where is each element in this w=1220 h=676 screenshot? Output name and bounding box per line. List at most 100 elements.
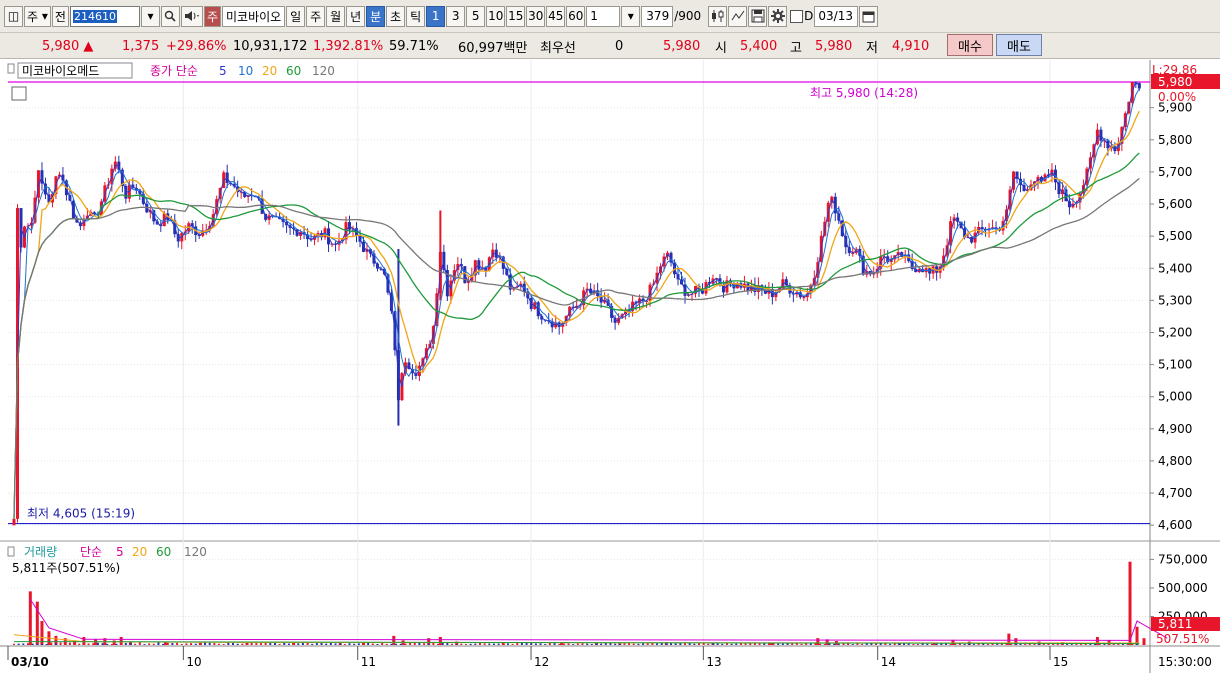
volume-bar: [488, 643, 491, 645]
volume-bar: [115, 643, 118, 645]
interval-60[interactable]: 60: [566, 5, 586, 27]
volume-bar: [157, 642, 160, 645]
volume-bar: [851, 644, 854, 645]
interval-30[interactable]: 30: [526, 5, 546, 27]
x-tick-label: 15: [1053, 655, 1068, 669]
tab-second[interactable]: 초: [386, 5, 406, 27]
volume-bar: [432, 642, 435, 645]
stock-code-input[interactable]: 214610: [69, 5, 140, 27]
volume-bar: [106, 643, 109, 645]
calendar-icon[interactable]: [859, 5, 879, 27]
volume-tag-pct: 507.51%: [1156, 632, 1209, 646]
interval-input[interactable]: 1: [586, 5, 621, 27]
tab-minute[interactable]: 분: [366, 5, 386, 27]
indicator-icon[interactable]: [11, 86, 27, 101]
y-tick-label: 5,800: [1158, 133, 1192, 147]
volume-ma-legend-60: 60: [156, 545, 171, 559]
volume-bar: [438, 637, 442, 645]
save-icon[interactable]: [748, 5, 768, 27]
volume-bar: [590, 643, 593, 645]
turnover-rate: 59.71%: [389, 38, 439, 54]
chart-layout-icon[interactable]: ◫: [4, 5, 23, 27]
volume-bar: [455, 643, 458, 645]
volume-ma-legend-120: 120: [184, 545, 207, 559]
volume-bar: [1019, 643, 1022, 645]
trade-volume: 10,931,172: [233, 38, 308, 54]
volume-bar: [371, 643, 374, 645]
stock-label: 미코바이오메드: [22, 64, 99, 78]
price-chart[interactable]: 5,9005,8005,7005,6005,5005,4005,3005,200…: [0, 60, 1220, 673]
code-dropdown-button[interactable]: ▾: [140, 5, 160, 27]
tab-tick[interactable]: 틱: [406, 5, 426, 27]
volume-bar: [816, 638, 820, 645]
period-select[interactable]: 주 ▾: [24, 5, 51, 27]
volume-bar: [912, 644, 915, 645]
volume-bar: [325, 643, 328, 645]
chart-area[interactable]: 5,900 5,800 5,700 5,600 5,500 5,400 5,300 5,200…: [0, 60, 1220, 673]
volume-bar: [185, 643, 188, 645]
volume-bar: [367, 642, 370, 645]
interval-10[interactable]: 10: [486, 5, 506, 27]
volume-bar: [777, 643, 780, 645]
tab-day[interactable]: 일: [286, 5, 306, 27]
volume-bar: [26, 643, 29, 645]
volume-bar: [22, 643, 25, 645]
interval-15[interactable]: 15: [506, 5, 526, 27]
volume-bar: [357, 643, 360, 645]
search-icon[interactable]: [160, 5, 180, 27]
volume-bar: [935, 643, 938, 645]
line-icon[interactable]: [728, 5, 748, 27]
volume-bar: [404, 643, 407, 645]
volume-bar: [124, 642, 127, 645]
volume-bar: [222, 644, 225, 645]
chevron-down-icon: ▾: [41, 9, 48, 23]
y-tick-label: 5,300: [1158, 293, 1192, 307]
interval-45[interactable]: 45: [546, 5, 566, 27]
sell-button[interactable]: 매도: [996, 34, 1042, 56]
price-tag: 5,980: [1158, 75, 1192, 89]
tab-week[interactable]: 주: [306, 5, 326, 27]
volume-bar: [800, 643, 803, 645]
interval-5[interactable]: 5: [466, 5, 486, 27]
volume-bar: [40, 643, 43, 645]
prev-button[interactable]: 전: [51, 5, 69, 27]
interval-dropdown[interactable]: ▾: [621, 5, 641, 27]
volume-bar: [112, 640, 116, 645]
volume-bar: [572, 644, 575, 645]
current-price: 5,980 ▲: [42, 37, 93, 55]
buy-button[interactable]: 매수: [947, 34, 993, 56]
ma-legend-60: 60: [286, 64, 301, 78]
volume-bar: [138, 642, 141, 645]
interval-1[interactable]: 1: [426, 5, 446, 27]
interval-3[interactable]: 3: [446, 5, 466, 27]
stock-name-field[interactable]: 미코바이오: [222, 5, 286, 27]
volume-current: 5,811주(507.51%): [12, 561, 120, 575]
candle-body: [1137, 83, 1141, 89]
date-input[interactable]: 03/13: [814, 5, 859, 27]
tab-year[interactable]: 년: [346, 5, 366, 27]
candle-icon[interactable]: [708, 5, 728, 27]
y-tick-label: 5,400: [1158, 261, 1192, 275]
volume-bar: [376, 643, 379, 645]
tab-month[interactable]: 월: [326, 5, 346, 27]
price-change: 1,375: [122, 38, 160, 54]
y-tick-label: 4,900: [1158, 422, 1192, 436]
gear-icon[interactable]: [768, 5, 788, 27]
volume-bar: [259, 643, 262, 645]
volume-ma-legend-5: 5: [116, 545, 124, 559]
volume-bar: [693, 643, 696, 645]
speaker-icon[interactable]: [180, 5, 203, 27]
volume-bar: [628, 643, 631, 645]
volume-bar: [395, 643, 398, 645]
volume-bar: [292, 643, 295, 645]
volume-bar: [949, 644, 952, 645]
ma-legend-120: 120: [312, 64, 335, 78]
d-checkbox[interactable]: [790, 9, 804, 23]
period-select-label: 주: [27, 9, 39, 24]
volume-label: 거래량: [24, 545, 57, 559]
volume-bar: [311, 643, 314, 645]
y-tick-label: 4,700: [1158, 486, 1192, 500]
volume-bar: [241, 643, 244, 645]
count-input[interactable]: 379: [641, 5, 674, 27]
priority-price: 5,980: [663, 38, 701, 54]
